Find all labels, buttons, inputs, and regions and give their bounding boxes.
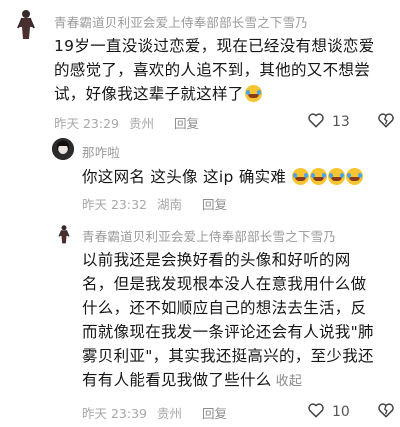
- user-avatar[interactable]: [10, 8, 42, 40]
- timestamp: 昨天 23:29: [54, 116, 119, 131]
- ip-location: 贵州: [157, 406, 183, 421]
- ip-location: 湖南: [157, 197, 183, 212]
- laugh-cry-emoji-icon: [346, 168, 364, 185]
- comment-text: 以前我还是会换好看的头像和好听的网名，但是我发现根本没人在意我用什么做什么，还不…: [82, 251, 374, 389]
- comment-text: 你这网名 这头像 这ip 确实难: [82, 165, 392, 189]
- comment-actions: 10: [306, 400, 396, 424]
- like-heart-icon[interactable]: [306, 110, 326, 134]
- like-count: 10: [332, 404, 350, 420]
- ultraman-figure-icon: [17, 10, 35, 39]
- reply-button[interactable]: 回复: [202, 403, 227, 422]
- comment-meta: 昨天 23:39 贵州 回复: [82, 403, 227, 422]
- laugh-cry-emoji-icon: [244, 85, 262, 102]
- timestamp: 昨天 23:39: [82, 406, 147, 421]
- ultraman-figure-icon: [58, 225, 70, 244]
- collapse-button[interactable]: 收起: [276, 374, 303, 389]
- comment-meta: 昨天 23:29 贵州 回复: [54, 113, 199, 132]
- comment-meta: 昨天 23:32 湖南 回复: [82, 194, 227, 213]
- laugh-cry-emoji-icon: [292, 168, 310, 185]
- laugh-cry-emoji-icon: [328, 168, 346, 185]
- dislike-heart-icon[interactable]: [376, 400, 396, 424]
- like-heart-icon[interactable]: [306, 400, 326, 424]
- user-avatar[interactable]: [54, 223, 74, 245]
- portrait-icon: [52, 138, 74, 160]
- username[interactable]: 青春霸道贝利亚会爱上侍奉部部长雪之下雪乃: [54, 12, 308, 31]
- ip-location: 贵州: [129, 116, 155, 131]
- comment-actions: 13: [306, 110, 396, 134]
- comment-text: 19岁一直没谈过恋爱，现在已经没有想谈恋爱的感觉了，喜欢的人追不到，其他的又不想…: [54, 37, 375, 103]
- timestamp: 昨天 23:32: [82, 197, 147, 212]
- username[interactable]: 那咋啦: [82, 142, 120, 161]
- laugh-cry-emoji-icon: [310, 168, 328, 185]
- user-avatar[interactable]: [52, 138, 74, 160]
- username[interactable]: 青春霸道贝利亚会爱上侍奉部部长雪之下雪乃: [82, 226, 336, 245]
- dislike-heart-icon[interactable]: [376, 110, 396, 134]
- like-count: 13: [332, 114, 350, 130]
- reply-button[interactable]: 回复: [174, 113, 199, 132]
- reply-button[interactable]: 回复: [202, 194, 227, 213]
